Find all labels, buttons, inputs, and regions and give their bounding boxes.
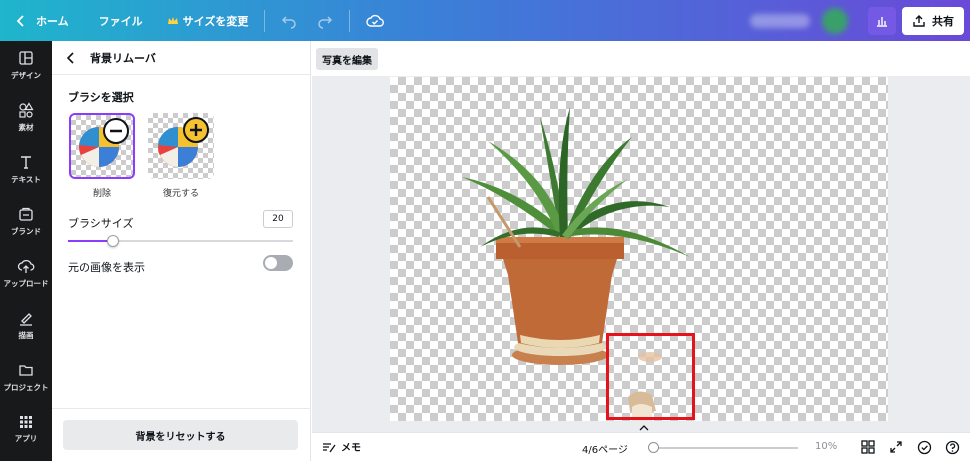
beach-ball-restore-icon — [158, 117, 209, 167]
divider — [349, 9, 351, 32]
rail-item-design[interactable]: デザイン — [0, 41, 52, 89]
notes-icon — [323, 442, 336, 452]
check-circle-icon[interactable] — [917, 440, 932, 455]
undo-button[interactable] — [271, 0, 307, 41]
brush-size-label: ブラシサイズ — [68, 217, 134, 230]
zoom-percentage[interactable]: 10% — [815, 441, 837, 452]
text-icon — [21, 155, 31, 169]
rail-label: テキスト — [11, 174, 41, 184]
rail-label: 素材 — [18, 122, 34, 132]
draw-icon — [20, 312, 32, 326]
rail-label: アップロード — [3, 278, 49, 288]
notes-label: メモ — [341, 443, 361, 454]
upload-icon — [17, 259, 35, 273]
rail-item-text[interactable]: テキスト — [0, 145, 52, 193]
folder-icon — [19, 364, 33, 376]
redo-icon — [318, 15, 333, 29]
panel-header: 背景リムーバ — [52, 41, 310, 75]
share-label: 共有 — [932, 14, 954, 28]
home-button[interactable]: ホーム — [0, 0, 79, 41]
apps-icon — [20, 415, 32, 428]
rail-item-uploads[interactable]: アップロード — [0, 249, 52, 297]
rail-label: デザイン — [11, 70, 41, 80]
toggle-knob — [265, 257, 277, 269]
share-upload-icon — [913, 14, 925, 27]
brush-erase-option[interactable] — [69, 113, 135, 179]
context-toolbar: 写真を編集 — [312, 41, 970, 76]
brush-section-title: ブラシを選択 — [68, 91, 134, 104]
brand-icon — [19, 207, 33, 221]
bar-chart-icon — [877, 16, 887, 27]
share-button[interactable]: 共有 — [902, 6, 964, 35]
side-rail: デザイン 素材 テキスト ブランド アップロード 描画 プロジェクト アプリ — [0, 41, 52, 461]
file-label: ファイル — [98, 14, 143, 28]
brush-restore-option[interactable] — [148, 113, 214, 179]
background-remover-panel: 背景リムーバ ブラシを選択 削除 復元する ブラシサイズ 20 元の画像を表示 … — [52, 41, 311, 461]
brush-erase-label: 削除 — [92, 189, 111, 199]
bottom-bar: メモ 4/6ページ 10% — [312, 432, 970, 461]
rail-label: プロジェクト — [3, 382, 49, 392]
rail-item-elements[interactable]: 素材 — [0, 93, 52, 141]
save-status-button[interactable] — [356, 0, 394, 41]
rail-item-brand[interactable]: ブランド — [0, 197, 52, 245]
resize-label: サイズを変更 — [182, 14, 249, 28]
page-indicator[interactable]: 4/6ページ — [582, 441, 628, 456]
fullscreen-icon[interactable] — [889, 440, 903, 454]
panel-footer: 背景をリセットする — [52, 408, 311, 461]
home-label: ホーム — [36, 14, 69, 28]
reset-background-button[interactable]: 背景をリセットする — [63, 420, 298, 450]
highlight-box — [606, 333, 695, 420]
grid-view-icon[interactable] — [861, 440, 875, 454]
rail-label: アプリ — [14, 433, 38, 443]
show-original-toggle[interactable] — [263, 255, 293, 271]
notes-button[interactable]: メモ — [322, 439, 361, 454]
cloud-check-icon — [366, 14, 385, 27]
brush-size-slider[interactable] — [68, 235, 293, 247]
undo-icon — [282, 15, 297, 29]
insights-button[interactable] — [868, 6, 896, 35]
zoom-slider-thumb[interactable] — [648, 442, 659, 453]
rail-item-draw[interactable]: 描画 — [0, 301, 52, 349]
chevron-left-icon — [16, 14, 24, 27]
brush-restore-label: 復元する — [162, 189, 199, 199]
top-bar-right: 共有 — [750, 0, 970, 41]
beach-ball-erase-icon — [79, 118, 129, 167]
zoom-slider[interactable] — [650, 447, 798, 449]
rail-label: ブランド — [11, 226, 41, 236]
rail-label: 描画 — [18, 330, 34, 340]
redo-button[interactable] — [307, 0, 343, 41]
show-original-label: 元の画像を表示 — [68, 261, 145, 274]
shapes-icon — [19, 101, 34, 118]
brush-size-input[interactable]: 20 — [263, 210, 293, 228]
top-bar: ホーム ファイル サイズを変更 共有 — [0, 0, 970, 41]
file-menu-button[interactable]: ファイル — [89, 0, 153, 41]
layout-icon — [19, 50, 33, 65]
panel-title: 背景リムーバ — [90, 51, 156, 65]
back-chevron-icon[interactable] — [66, 51, 76, 64]
rail-item-projects[interactable]: プロジェクト — [0, 353, 52, 401]
resize-button[interactable]: サイズを変更 — [157, 0, 259, 41]
blurred-username — [750, 13, 810, 28]
avatar[interactable] — [822, 7, 848, 34]
crown-icon — [167, 16, 178, 24]
rail-item-apps[interactable]: アプリ — [0, 405, 52, 453]
slider-thumb[interactable] — [107, 235, 119, 247]
edit-photo-button[interactable]: 写真を編集 — [316, 48, 378, 70]
help-icon[interactable] — [945, 440, 960, 455]
divider — [264, 9, 266, 32]
